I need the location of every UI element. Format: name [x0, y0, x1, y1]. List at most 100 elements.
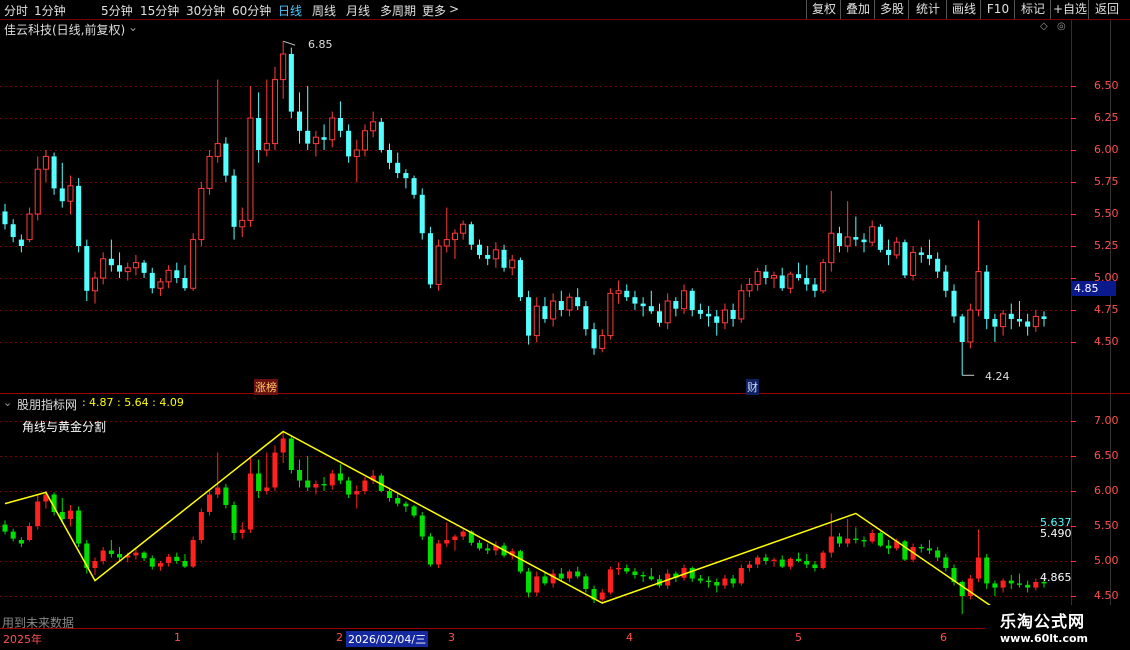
- chevron-down-icon[interactable]: ⌄: [128, 20, 138, 34]
- zigzag-golden-line: [4, 430, 1004, 615]
- watermark-url: www.60lt.com: [1000, 632, 1089, 645]
- candle-body: [1008, 313, 1014, 319]
- indicator-candle-body: [706, 580, 712, 582]
- candle-body: [828, 232, 835, 264]
- indicator-candle-body: [714, 582, 720, 586]
- candle-body: [770, 274, 778, 279]
- candle-body: [190, 239, 197, 289]
- candle-body: [615, 290, 622, 294]
- indicator-candle-body: [787, 558, 793, 567]
- candle-body: [836, 233, 843, 246]
- indicator-candle-body: [624, 568, 630, 572]
- indicator-candle-body: [583, 576, 589, 589]
- candle-body: [84, 246, 90, 291]
- indicator-candle-body: [796, 558, 802, 561]
- time-axis-label: 6: [940, 631, 947, 644]
- candle-body: [861, 239, 867, 243]
- diamond-icon[interactable]: ◇: [1040, 21, 1048, 32]
- indicator-candle-body: [386, 491, 393, 498]
- price-tick: 5.25: [1094, 239, 1119, 252]
- indicator-candle-body: [100, 550, 106, 561]
- indicator-candle-body: [902, 541, 908, 560]
- candle-body: [812, 284, 818, 291]
- candle-body: [1032, 315, 1039, 328]
- indicator-candle-body: [526, 571, 532, 593]
- indicator-candle-body: [35, 501, 41, 526]
- high-marker-line: [282, 40, 296, 46]
- candle-body: [1000, 313, 1007, 328]
- candle-body: [386, 150, 393, 163]
- candle-body: [312, 136, 319, 145]
- main-chart-title: 佳云科技(日线,前复权): [4, 23, 126, 37]
- indicator-candle-body: [2, 524, 8, 532]
- candle-body: [149, 272, 155, 289]
- indicator-tick: 5.00: [1094, 554, 1119, 567]
- candle-body: [411, 178, 417, 195]
- price-tick: 4.50: [1094, 335, 1119, 348]
- indicator-candle-body: [771, 559, 777, 561]
- candle-body: [877, 226, 883, 250]
- candle-body: [624, 290, 630, 298]
- indicator-candle-body: [730, 578, 736, 584]
- chevron-down-icon[interactable]: ⌄: [3, 396, 12, 409]
- candle-body: [583, 306, 589, 330]
- price-tick: 6.50: [1094, 79, 1119, 92]
- indicator-candle-body: [1016, 583, 1022, 585]
- candle-body: [893, 241, 900, 256]
- candle-body: [746, 283, 753, 292]
- indicator-candle-body: [943, 557, 949, 568]
- indicator-candle-body: [992, 583, 998, 588]
- candle-body: [100, 258, 107, 279]
- restore-icon[interactable]: ◎: [1057, 21, 1066, 32]
- candle-body: [256, 118, 262, 150]
- indicator-candle-body: [755, 557, 761, 565]
- indicator-candle-body: [256, 473, 262, 491]
- candle-body: [2, 211, 8, 225]
- indicator-tick: 7.00: [1094, 414, 1119, 427]
- candle-body: [370, 121, 377, 132]
- time-axis-label: 4: [626, 631, 633, 644]
- indicator-candle-body: [640, 575, 646, 577]
- kline-chart[interactable]: [0, 0, 1130, 650]
- indicator-candle-body: [607, 569, 613, 593]
- candle-body: [844, 236, 851, 247]
- candle-body: [697, 310, 703, 314]
- candle-body: [108, 258, 114, 266]
- candle-body: [223, 143, 229, 176]
- candle-body: [599, 335, 606, 349]
- event-marker-finance[interactable]: 财: [746, 379, 759, 395]
- candle-body: [754, 271, 761, 285]
- candle-body: [198, 187, 205, 241]
- indicator-candle-body: [18, 540, 24, 544]
- candle-body: [51, 156, 57, 189]
- candle-body: [419, 194, 425, 234]
- candle-body: [902, 242, 908, 276]
- candle-body: [124, 267, 131, 273]
- indicator-candle-body: [1033, 582, 1039, 588]
- high-price-label: 6.85: [308, 38, 333, 51]
- candle-body: [779, 275, 785, 289]
- indicator-candle-body: [419, 515, 425, 537]
- indicator-right-value: 4.865: [1040, 571, 1072, 584]
- low-price-label: 4.24: [985, 370, 1010, 383]
- candle-body: [918, 252, 924, 255]
- candle-body: [680, 290, 688, 310]
- indicator-candle-body: [436, 543, 442, 565]
- indicator-candle-body: [804, 561, 810, 565]
- candle-body: [182, 278, 188, 289]
- indicator-candle-body: [10, 531, 16, 539]
- indicator-candle-body: [329, 473, 335, 486]
- event-marker-rank[interactable]: 涨榜: [254, 379, 278, 395]
- candle-body: [738, 290, 745, 320]
- candle-body: [951, 290, 957, 317]
- candle-body: [296, 111, 303, 131]
- candle-body: [141, 262, 147, 273]
- indicator-candle-body: [918, 547, 924, 549]
- indicator-name[interactable]: 股朋指标网: [17, 396, 77, 413]
- candle-body: [247, 117, 254, 221]
- candle-body: [910, 251, 917, 276]
- candle-body: [730, 310, 736, 319]
- indicator-candle-body: [697, 578, 703, 581]
- indicator-candle-body: [166, 556, 172, 564]
- indicator-candle-body: [485, 548, 491, 551]
